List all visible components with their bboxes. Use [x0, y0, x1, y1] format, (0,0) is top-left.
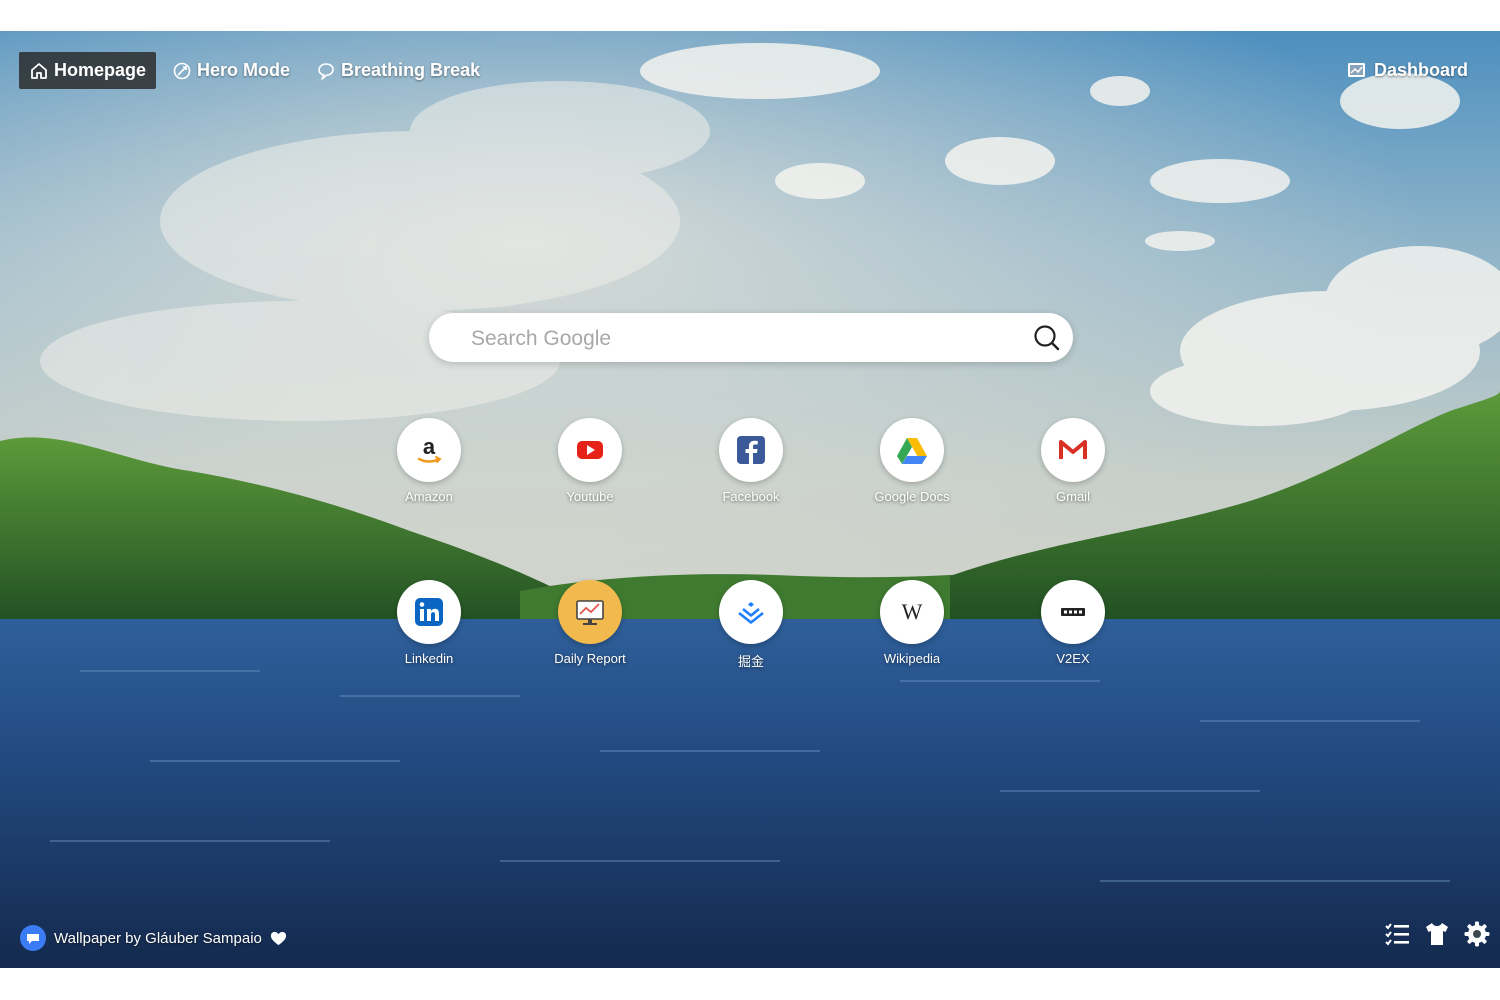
shortcut-circle: [719, 580, 783, 644]
checklist-icon[interactable]: [1383, 920, 1411, 948]
shortcut-circle: W: [880, 580, 944, 644]
shortcut-amazon[interactable]: a Amazon: [359, 418, 499, 518]
dashboard-icon: [1347, 63, 1365, 77]
facebook-icon: [737, 436, 765, 464]
top-navigation: Homepage Hero Mode Breathing Break: [19, 52, 490, 89]
nav-hero-mode-label: Hero Mode: [197, 60, 291, 80]
svg-text:W: W: [902, 599, 923, 624]
footer-toolbar: [1383, 920, 1491, 948]
wallpaper-credit[interactable]: Wallpaper by Gláuber Sampaio: [19, 924, 288, 952]
nav-homepage[interactable]: Homepage: [19, 52, 157, 89]
wikipedia-icon: W: [902, 599, 923, 624]
gmail-icon: [1059, 440, 1087, 459]
search-icon[interactable]: [1032, 323, 1061, 352]
shortcut-circle: [1041, 418, 1105, 482]
shortcut-juejin[interactable]: 掘金: [681, 580, 821, 680]
linkedin-icon: [415, 598, 443, 626]
dashboard-button[interactable]: Dashboard: [1346, 52, 1468, 89]
youtube-icon: [577, 441, 603, 459]
shortcut-linkedin[interactable]: Linkedin: [359, 580, 499, 680]
shortcut-circle: [397, 580, 461, 644]
gear-icon[interactable]: [1463, 920, 1491, 948]
shortcut-label: Wikipedia: [883, 651, 941, 666]
shortcut-youtube[interactable]: Youtube: [520, 418, 660, 518]
daily-report-icon: [576, 600, 604, 625]
shortcut-wikipedia[interactable]: W Wikipedia: [842, 580, 982, 680]
shortcut-circle: [1041, 580, 1105, 644]
shortcut-facebook[interactable]: Facebook: [681, 418, 821, 518]
shortcut-label: Google Docs: [874, 489, 950, 504]
shortcut-circle: [719, 418, 783, 482]
shortcut-daily-report[interactable]: Daily Report: [520, 580, 660, 680]
juejin-icon: [738, 602, 764, 624]
shortcut-label: Linkedin: [404, 651, 454, 666]
shortcut-circle: [880, 418, 944, 482]
shortcut-circle: a: [397, 418, 461, 482]
shortcut-circle: [558, 418, 622, 482]
breathing-icon: [318, 62, 334, 80]
google-drive-icon: [897, 438, 927, 464]
chat-bubble-icon: [20, 925, 46, 951]
shortcut-google-docs[interactable]: Google Docs: [842, 418, 982, 518]
wallpaper-credit-text: Wallpaper by Gláuber Sampaio: [54, 929, 262, 947]
svg-text:a: a: [423, 434, 436, 459]
shortcut-gmail[interactable]: Gmail: [1003, 418, 1143, 518]
nav-hero-mode[interactable]: Hero Mode: [162, 52, 300, 89]
shortcut-label: Daily Report: [554, 651, 626, 666]
shortcut-label: V2EX: [1056, 651, 1090, 666]
shortcut-circle: [558, 580, 622, 644]
shortcut-label: Gmail: [1056, 489, 1090, 504]
shortcut-label: 掘金: [737, 654, 764, 669]
amazon-icon: a: [417, 434, 442, 463]
hero-mode-icon: [173, 62, 191, 79]
search-input[interactable]: [469, 313, 1013, 364]
heart-icon[interactable]: [269, 929, 288, 948]
wallpaper-frame: Homepage Hero Mode Breathing Break Dashb…: [0, 31, 1500, 968]
nav-breathing-break-label: Breathing Break: [341, 60, 481, 80]
shortcut-label: Youtube: [566, 489, 614, 504]
shortcut-v2ex[interactable]: V2EX: [1003, 580, 1143, 680]
home-icon: [31, 62, 47, 79]
nav-breathing-break[interactable]: Breathing Break: [306, 52, 490, 89]
tshirt-icon[interactable]: [1423, 920, 1451, 948]
nav-homepage-label: Homepage: [54, 60, 147, 80]
search-bar: [429, 313, 1073, 364]
shortcut-label: Amazon: [405, 489, 453, 504]
shortcut-label: Facebook: [722, 489, 780, 504]
dashboard-label: Dashboard: [1373, 60, 1468, 80]
v2ex-icon: [1061, 608, 1085, 616]
